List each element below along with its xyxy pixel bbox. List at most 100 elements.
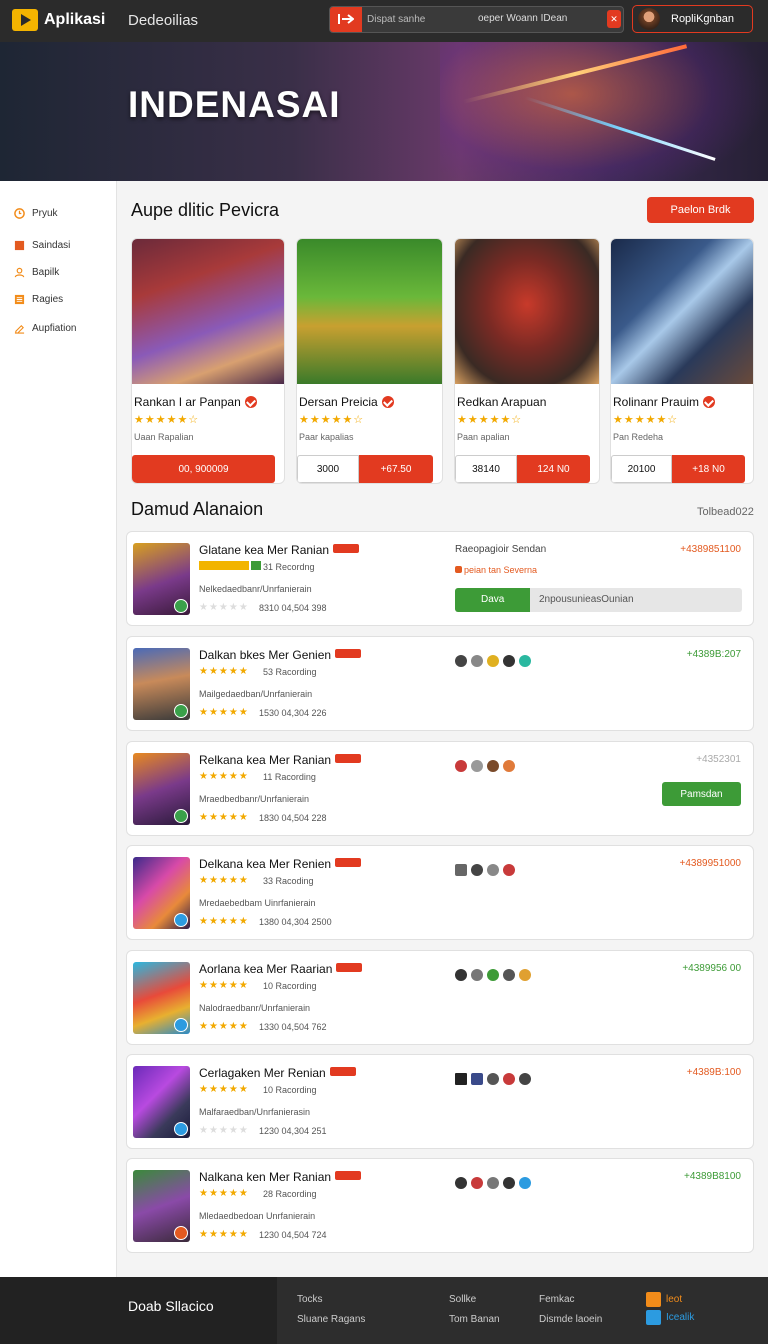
featured-cta-button[interactable]: Paelon Brdk <box>647 197 754 223</box>
featured-card[interactable]: Dersan Preicia ★★★★★☆ Paar kapalias 3000… <box>296 238 443 484</box>
search-button[interactable] <box>330 7 362 32</box>
rating-count: 10 Racording <box>263 981 317 991</box>
rating-stars: ★★★★★ <box>199 602 249 613</box>
social-label: Icealik <box>666 1312 695 1323</box>
rating-stars: ★★★★★ <box>199 1084 249 1095</box>
user-name: RopliKgnban <box>671 13 734 25</box>
card-title: Dersan Preicia <box>299 395 394 409</box>
price-button[interactable]: 124 N0 <box>517 455 590 483</box>
item-title: Glatane kea Mer Ranian <box>199 543 360 557</box>
search-input[interactable] <box>367 11 467 28</box>
rating-stars: ★★★★★ <box>199 666 249 677</box>
item-description: Mailgedaedban/Unrfanierain <box>199 689 313 699</box>
platform-icons <box>455 655 531 667</box>
hero-banner[interactable]: INDENASAI <box>0 42 768 181</box>
user-icon <box>14 267 25 277</box>
clear-icon[interactable]: ✕ <box>607 10 621 28</box>
card-title: Rankan I ar Panpan <box>134 395 257 409</box>
footer-link[interactable]: Tom Banan <box>449 1314 500 1325</box>
tag-badge <box>333 544 360 553</box>
price-button[interactable]: +18 N0 <box>672 455 745 483</box>
user-menu[interactable]: RopliKgnban <box>632 5 753 33</box>
app-logo[interactable]: Aplikasi <box>44 11 105 29</box>
rating-stars: ★★★★★ <box>199 1229 249 1240</box>
purchase-button[interactable]: Pamsdan <box>662 782 741 806</box>
sidebar-item-pryuk[interactable]: Pryuk <box>14 205 58 221</box>
item-price: +4389851100 <box>680 544 741 555</box>
footer-link[interactable]: Sollke <box>449 1294 476 1305</box>
platform-icons <box>455 864 515 876</box>
sidebar-item-aupfiation[interactable]: Aupfiation <box>14 320 76 336</box>
card-subtitle: Pan Redeha <box>613 432 664 442</box>
item-description: Mraedbedbanr/Unrfanierain <box>199 794 310 804</box>
footer-link[interactable]: Tocks <box>297 1294 323 1305</box>
item-meta: 1330 04,504 762 <box>259 1022 327 1032</box>
price-button[interactable]: +67.50 <box>359 455 433 483</box>
logo-play-icon[interactable] <box>12 9 38 31</box>
item-title: Nalkana ken Mer Ranian <box>199 1170 362 1184</box>
item-title: Dalkan bkes Mer Genien <box>199 648 362 662</box>
footer-link[interactable]: Dismde laoein <box>539 1314 602 1325</box>
check-badge-icon <box>174 1018 188 1032</box>
social-link-icealik[interactable]: Icealik <box>646 1310 694 1325</box>
hero-title: INDENASAI <box>128 84 341 125</box>
price-group: 20100 +18 N0 <box>611 455 745 483</box>
rating-count: 33 Racoding <box>263 876 314 886</box>
sidebar: Pryuk Saindasi Bapilk Ragies Aupfiation <box>0 181 117 1277</box>
sidebar-item-ragies[interactable]: Ragies <box>14 291 63 307</box>
play-icon <box>646 1292 661 1307</box>
item-price: +4352301 <box>696 754 741 765</box>
item-price: +4389956 00 <box>682 963 741 974</box>
tag-badge <box>336 963 363 972</box>
social-link-leot[interactable]: leot <box>646 1292 682 1307</box>
featured-title: Aupe dlitic Pevicra <box>131 200 280 220</box>
square-icon <box>14 240 25 250</box>
game-thumbnail <box>133 753 190 825</box>
item-meta: 1830 04,504 228 <box>259 813 327 823</box>
list-item[interactable]: Aorlana kea Mer Raarian ★★★★★ 10 Racordi… <box>126 950 754 1045</box>
list-item[interactable]: Delkana kea Mer Renien ★★★★★ 33 Racoding… <box>126 845 754 940</box>
list-item[interactable]: Dalkan bkes Mer Genien ★★★★★ 53 Racordin… <box>126 636 754 731</box>
game-artwork <box>297 239 442 384</box>
platform-icons <box>455 969 531 981</box>
rating-count: 53 Racording <box>263 667 317 677</box>
sidebar-item-saindasi[interactable]: Saindasi <box>14 237 70 253</box>
check-badge-icon <box>174 1226 188 1240</box>
progress-bar[interactable]: Dava 2npousunieasOunian <box>455 588 742 612</box>
price-button[interactable]: 00, 900009 <box>132 455 275 483</box>
featured-card[interactable]: Redkan Arapuan ★★★★★☆ Paan apalian 38140… <box>454 238 600 484</box>
platform-icons <box>455 760 515 772</box>
game-thumbnail <box>133 543 190 615</box>
check-badge-icon <box>174 599 188 613</box>
item-meta: 8310 04,504 398 <box>259 603 327 613</box>
game-thumbnail <box>133 648 190 720</box>
featured-card[interactable]: Rolinanr Prauim ★★★★★☆ Pan Redeha 20100 … <box>610 238 754 484</box>
rating-stars: ★★★★★ <box>199 1188 249 1199</box>
price-original: 38140 <box>455 455 517 483</box>
list-item[interactable]: Relkana kea Mer Ranian ★★★★★ 11 Racordin… <box>126 741 754 836</box>
list-title: Damud Alanaion <box>131 499 264 519</box>
check-badge-icon <box>174 1122 188 1136</box>
list-count: Tolbead022 <box>697 506 754 518</box>
sidebar-item-label: Saindasi <box>32 239 71 251</box>
card-title: Rolinanr Prauim <box>613 395 716 409</box>
list-item[interactable]: Nalkana ken Mer Ranian ★★★★★ 28 Racordin… <box>126 1158 754 1253</box>
avatar <box>638 8 660 30</box>
footer-link[interactable]: Femkac <box>539 1294 575 1305</box>
item-title: Aorlana kea Mer Raarian <box>199 962 363 976</box>
nav-link[interactable]: Dedeoilias <box>128 12 198 29</box>
rating-stars: ★★★★★ <box>199 812 249 823</box>
rating-stars: ★★★★★ <box>199 916 249 927</box>
game-thumbnail <box>133 1170 190 1242</box>
verified-icon <box>703 396 716 408</box>
price-group: 38140 124 N0 <box>455 455 590 483</box>
sidebar-item-bapilk[interactable]: Bapilk <box>14 264 59 280</box>
hero-artwork <box>440 42 768 181</box>
list-item[interactable]: Glatane kea Mer Ranian 31 Recordng Nelke… <box>126 531 754 626</box>
item-meta: 1230 04,504 724 <box>259 1230 327 1240</box>
item-description: Malfaraedban/Unrfanierasin <box>199 1107 311 1117</box>
price-group: 00, 900009 <box>132 455 275 483</box>
footer-link[interactable]: Sluane Ragans <box>297 1314 365 1325</box>
featured-card[interactable]: Rankan I ar Panpan ★★★★★☆ Uaan Rapalian … <box>131 238 285 484</box>
list-item[interactable]: Cerlagaken Mer Renian ★★★★★ 10 Racording… <box>126 1054 754 1149</box>
